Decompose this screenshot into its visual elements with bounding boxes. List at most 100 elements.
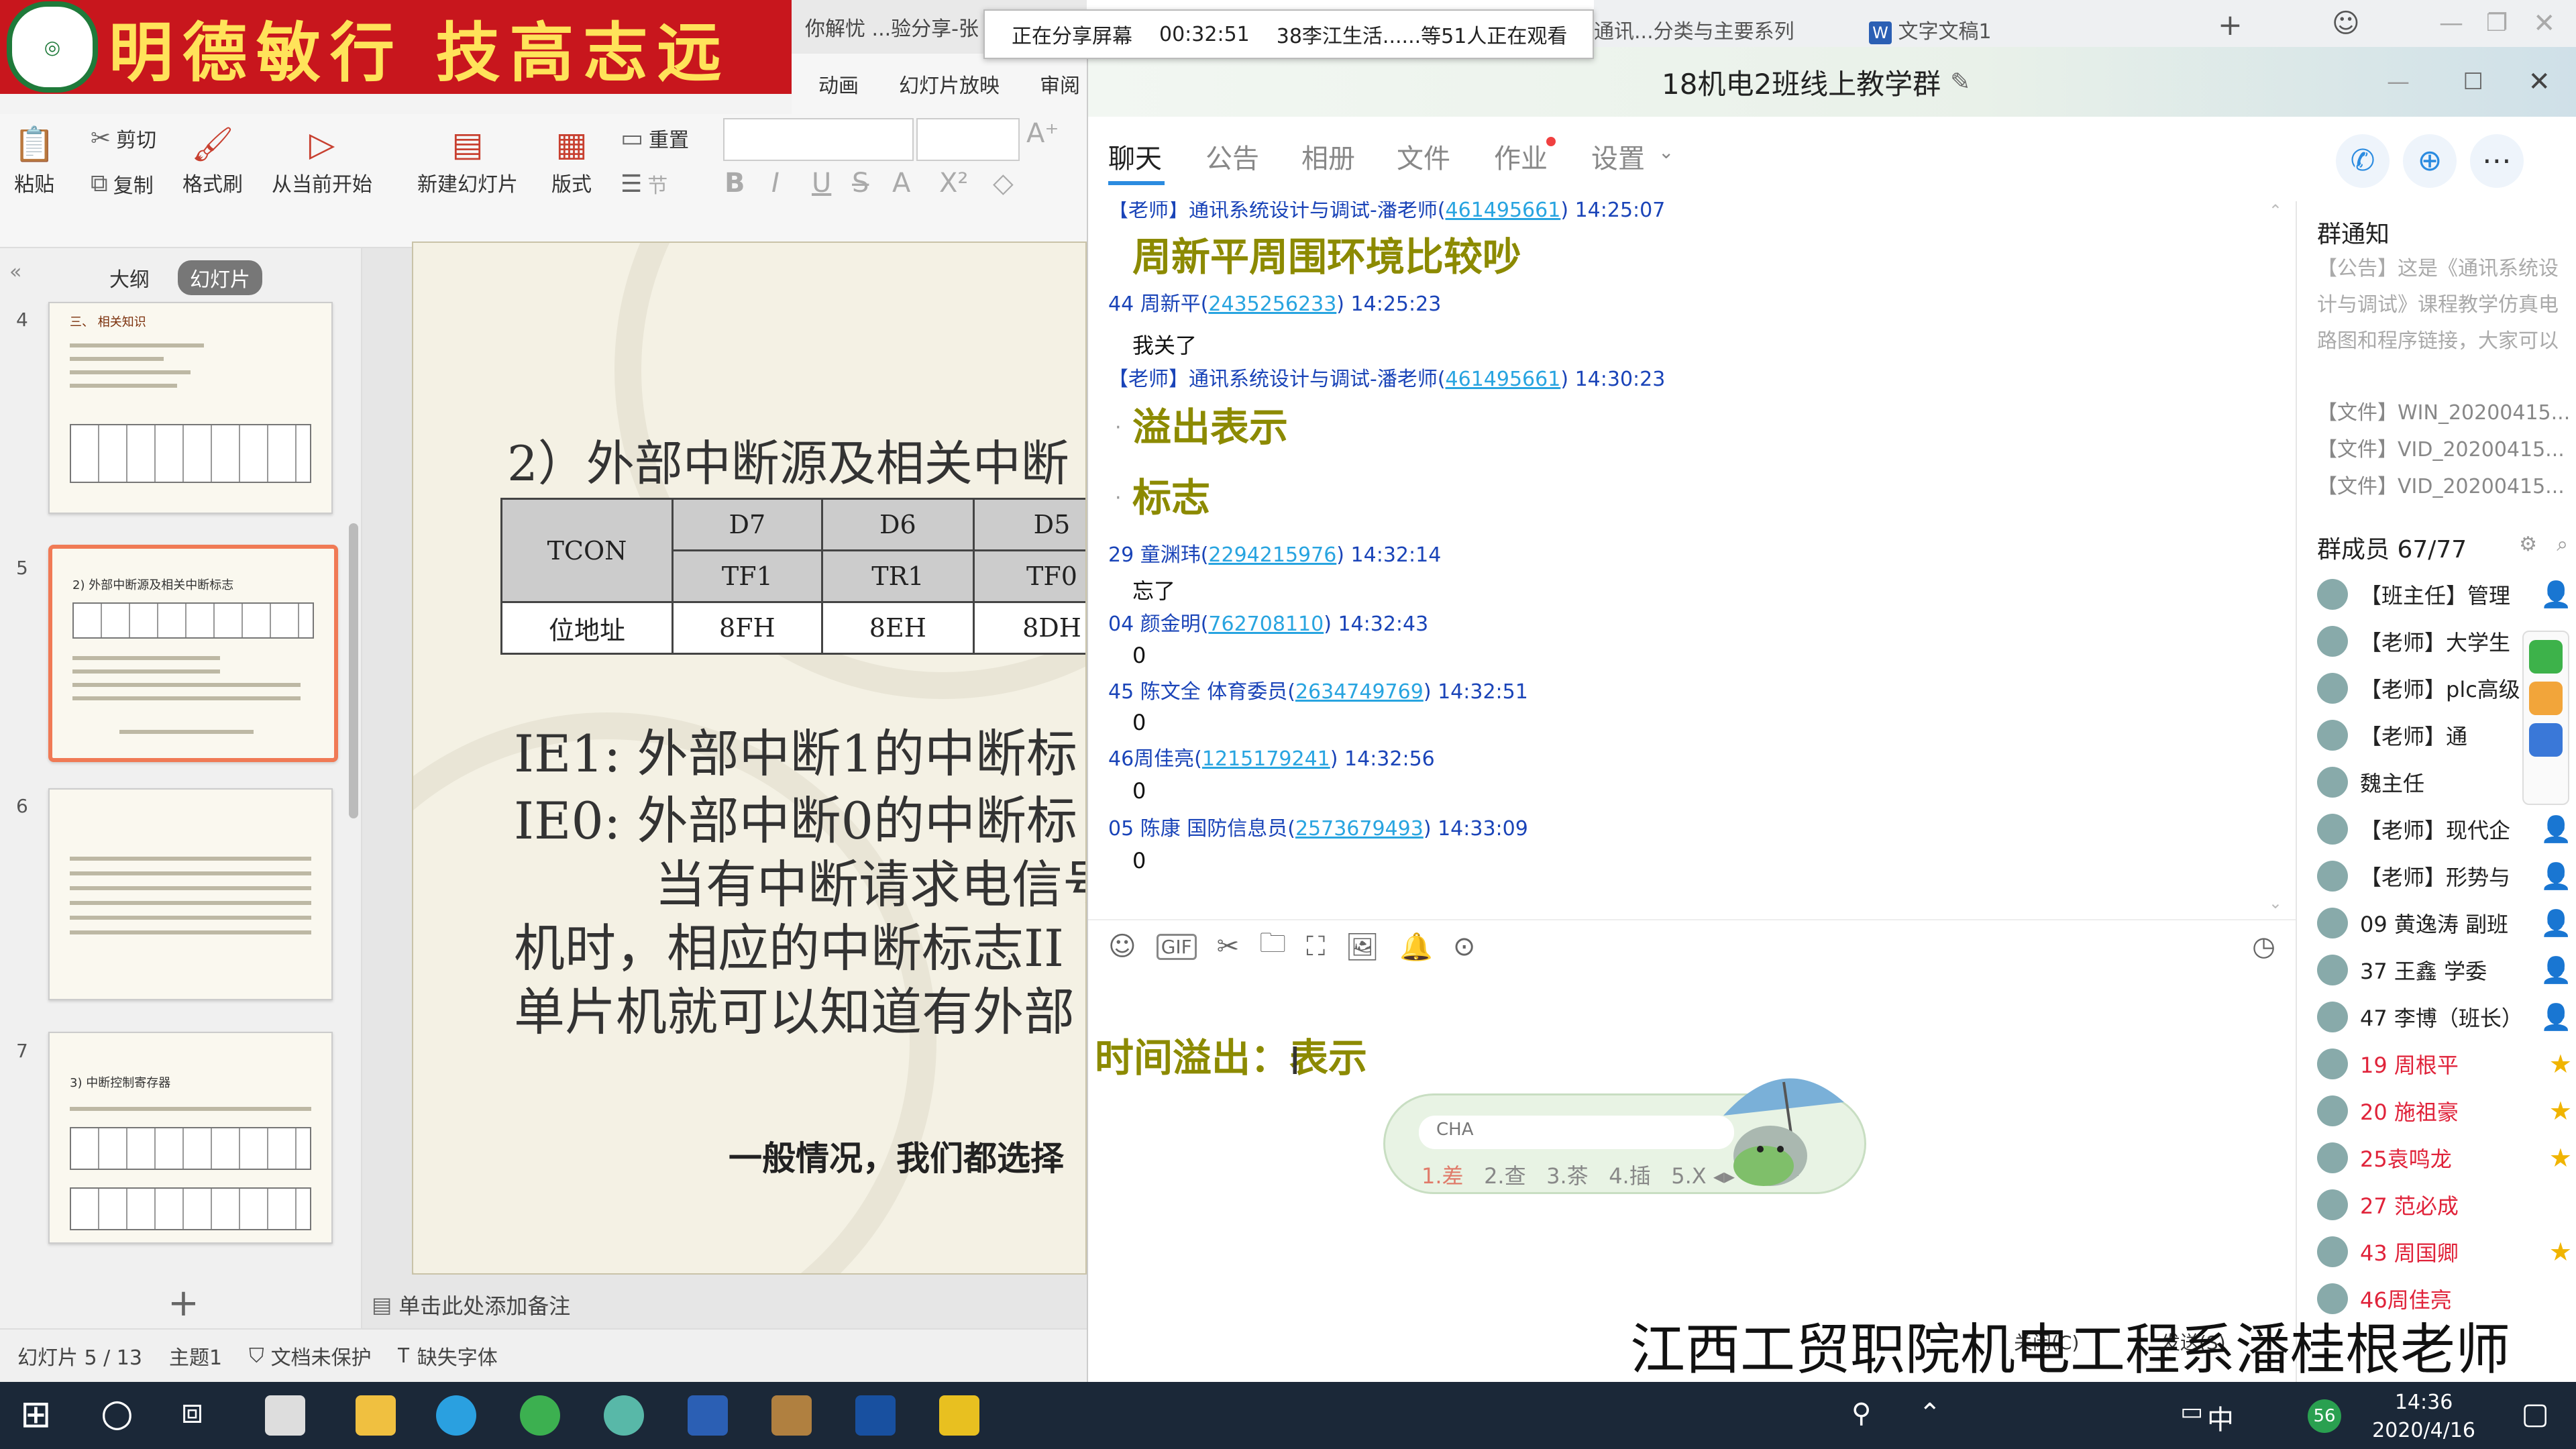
wps-writer-icon[interactable]	[688, 1395, 728, 1436]
screen-share-banner[interactable]: 正在分享屏幕 00:32:51 38李江生活......等51人正在观看	[983, 9, 1594, 59]
lotus-app-icon[interactable]	[771, 1395, 812, 1436]
network-icon[interactable]: ▭	[2180, 1398, 2203, 1426]
bell-icon[interactable]: 🔔	[1399, 931, 1433, 963]
member-item[interactable]: 47 李博（班长） 👤	[2317, 997, 2572, 1037]
font-color-icon[interactable]: A	[892, 168, 910, 199]
sender-name[interactable]: 【老师】通讯系统设计与调试-潘老师(	[1108, 201, 1446, 222]
sender-qq-number[interactable]: 2294215976	[1208, 543, 1336, 567]
sender-qq-number[interactable]: 762708110	[1208, 612, 1324, 636]
member-item[interactable]: 【老师】形势与 👤	[2317, 856, 2572, 896]
new-slide-button[interactable]: ▤ 新建幻灯片	[417, 121, 518, 197]
sender-name[interactable]: 45 陈文全 体育委员(	[1108, 680, 1295, 704]
paste-button[interactable]: 📋 粘贴	[13, 121, 55, 197]
minimize-icon[interactable]: —	[2439, 9, 2463, 37]
document-protection-status[interactable]: 文档未保护	[271, 1341, 372, 1371]
user-avatar-icon[interactable]: ☺	[2332, 8, 2360, 39]
tab-outline[interactable]: 大纲	[97, 260, 162, 295]
collapse-up-icon[interactable]: ⌃	[2269, 201, 2282, 220]
sender-name[interactable]: 44 周新平(	[1108, 292, 1208, 316]
message-input-text[interactable]: 时间溢出：表示	[1095, 1026, 1367, 1083]
bold-icon[interactable]: B	[724, 168, 745, 199]
member-item[interactable]: 【班主任】管理 👤	[2317, 574, 2572, 614]
isis-proteus-icon[interactable]	[855, 1395, 896, 1436]
thumbnail-scrollbar[interactable]	[349, 523, 358, 818]
superscript-icon[interactable]: X²	[939, 168, 968, 199]
add-slide-icon[interactable]: +	[168, 1281, 199, 1325]
missing-fonts-status[interactable]: 缺失字体	[417, 1341, 498, 1371]
more-icon[interactable]: ⊙	[1453, 931, 1476, 962]
member-item[interactable]: 19 周根平 ★	[2317, 1044, 2572, 1084]
close-icon[interactable]: ✕	[2533, 8, 2556, 39]
search-icon[interactable]: ⌕	[2557, 533, 2568, 556]
browser-tab[interactable]: W 文字文稿1	[1869, 15, 1992, 44]
restore-icon[interactable]: ❐	[2486, 9, 2508, 37]
notification-badge[interactable]: 56	[2308, 1399, 2341, 1433]
tab-slides[interactable]: 幻灯片	[178, 260, 262, 295]
member-item[interactable]: 37 王鑫 学委 👤	[2317, 950, 2572, 990]
more-options-icon[interactable]: ⋯	[2470, 134, 2524, 188]
group-file-link[interactable]: 【文件】VID_20200415...	[2317, 433, 2565, 462]
document-tab[interactable]: 你解忧 ...验分享-张	[805, 12, 979, 42]
input-method-candidate-box[interactable]: CHA 1.差 2.查 3.茶 4.插 5.X ◂▸	[1383, 1078, 1866, 1194]
collapse-down-icon[interactable]: ⌄	[2269, 894, 2282, 912]
screenshot-icon[interactable]: ⛶	[1306, 931, 1325, 962]
maximize-icon[interactable]: ☐	[2463, 68, 2483, 95]
tab-settings[interactable]: 设置	[1591, 137, 1645, 176]
tab-chat[interactable]: 聊天	[1108, 137, 1162, 176]
chevron-down-icon[interactable]: ⌄	[1658, 141, 1674, 163]
member-item[interactable]: 20 施祖豪 ★	[2317, 1091, 2572, 1131]
ime-candidate[interactable]: 5.X	[1671, 1163, 1706, 1189]
sender-qq-number[interactable]: 2435256233	[1208, 292, 1336, 316]
copy-button[interactable]: ⧉ 复制	[91, 169, 154, 199]
theme-name[interactable]: 主题1	[169, 1341, 222, 1371]
reset-button[interactable]: ▭ 重置	[621, 123, 689, 153]
edit-icon[interactable]: ✎	[1950, 68, 1970, 96]
qq-app-icon[interactable]	[604, 1395, 644, 1436]
sender-qq-number[interactable]: 461495661	[1446, 368, 1561, 391]
section-button[interactable]: ☰ 节	[621, 169, 667, 199]
format-painter-button[interactable]: 🖌 格式刷	[182, 121, 243, 197]
member-settings-icon[interactable]: ⚙	[2519, 533, 2537, 556]
current-slide[interactable]: 2）外部中断源及相关中断 TCON D7 D6 D5 TF1 TR1 TF0 位…	[412, 241, 1087, 1275]
sender-qq-number[interactable]: 461495661	[1446, 201, 1561, 222]
folder-icon[interactable]: 🗀	[1259, 924, 1286, 969]
ime-candidate[interactable]: 2.查	[1484, 1163, 1526, 1189]
qq-browser-icon[interactable]	[436, 1395, 476, 1436]
clear-format-icon[interactable]: ◇	[993, 168, 1014, 199]
member-item[interactable]: 【老师】现代企 👤	[2317, 809, 2572, 849]
group-file-link[interactable]: 【文件】VID_20200415...	[2317, 470, 2565, 499]
task-view-icon[interactable]: ⧈	[181, 1391, 203, 1432]
tray-expand-icon[interactable]: ⌃	[1919, 1398, 1941, 1429]
app-shortcut-icon[interactable]	[2529, 682, 2563, 715]
grow-font-icon[interactable]: A⁺	[1026, 118, 1059, 149]
tab-announcement[interactable]: 公告	[1205, 137, 1259, 176]
font-size-select[interactable]	[916, 118, 1020, 161]
search-icon[interactable]: ○	[101, 1391, 133, 1435]
file-explorer-icon[interactable]	[356, 1395, 396, 1436]
tab-files[interactable]: 文件	[1397, 137, 1450, 176]
tab-album[interactable]: 相册	[1301, 137, 1355, 176]
image-icon[interactable]: 🖼	[1345, 931, 1379, 963]
360-browser-icon[interactable]	[520, 1395, 560, 1436]
add-message-icon[interactable]: ⊕	[2403, 134, 2457, 188]
member-item[interactable]: 25袁鸣龙 ★	[2317, 1138, 2572, 1178]
app-shortcut-icon[interactable]	[2529, 640, 2563, 674]
gif-icon[interactable]: GIF	[1156, 933, 1197, 960]
sender-name[interactable]: 46周佳亮(	[1108, 747, 1202, 771]
app-shortcut-icon[interactable]	[2529, 723, 2563, 757]
slide-thumbnail[interactable]: 三、 相关知识	[48, 302, 333, 514]
keil-uvision-icon[interactable]	[939, 1395, 979, 1436]
pinwheel-app-icon[interactable]	[265, 1395, 305, 1436]
sender-name[interactable]: 【老师】通讯系统设计与调试-潘老师(	[1108, 368, 1446, 391]
sender-name[interactable]: 29 童渊玮(	[1108, 543, 1208, 567]
close-icon[interactable]: ✕	[2528, 66, 2551, 97]
cut-button[interactable]: ✂ 剪切	[91, 123, 156, 153]
member-item[interactable]: 27 范必成	[2317, 1185, 2572, 1225]
menu-tab-animation[interactable]: 动画	[818, 69, 859, 99]
minimize-icon[interactable]: —	[2387, 68, 2410, 95]
sender-name[interactable]: 04 颜金明(	[1108, 612, 1208, 636]
new-tab-icon[interactable]: +	[2218, 8, 2243, 42]
browser-tab[interactable]: 通讯...分类与主要系列	[1594, 15, 1794, 44]
emoji-icon[interactable]: ☺	[1108, 931, 1136, 962]
strikethrough-icon[interactable]: S̶	[852, 168, 869, 199]
